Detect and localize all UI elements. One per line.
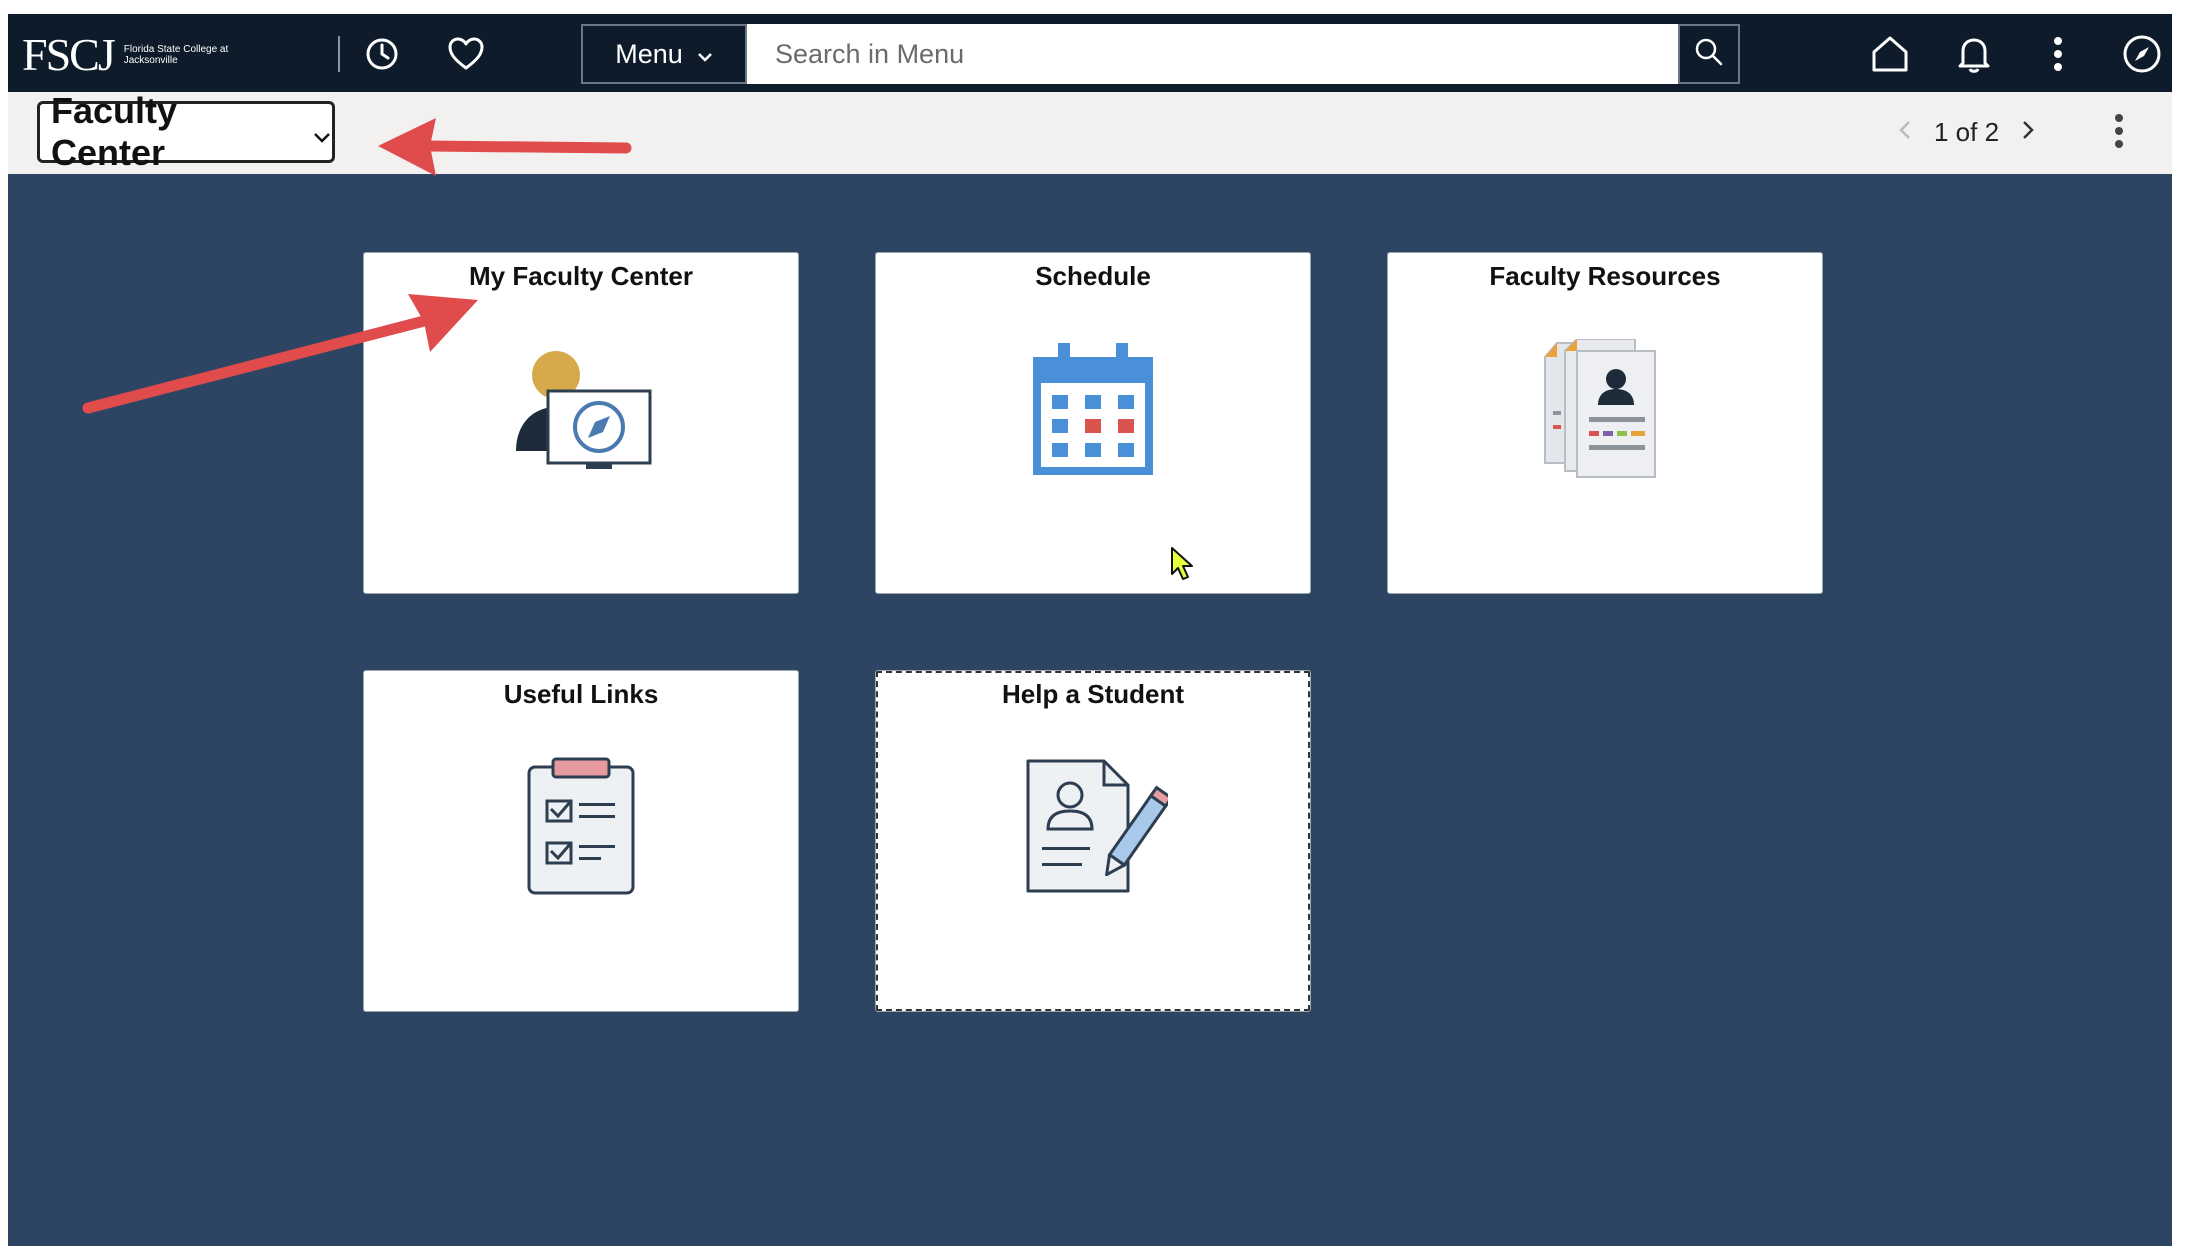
page-header-bar: Faculty Center 1 of 2: [8, 90, 2172, 175]
tile-title: Help a Student: [1001, 679, 1184, 709]
tile-title: Faculty Resources: [1489, 261, 1721, 291]
annotation-arrow-icon: [82, 294, 478, 414]
page-title: Faculty Center: [51, 90, 178, 173]
logo-text: FSCJ: [22, 29, 116, 80]
top-navigation-bar: FSCJ Florida State College at Jacksonvil…: [8, 14, 2172, 92]
tile-faculty-resources[interactable]: Faculty Resources: [1387, 252, 1823, 594]
tile-schedule[interactable]: Schedule: [875, 252, 1311, 594]
chevron-down-icon: [697, 39, 713, 70]
chevron-down-icon: [312, 111, 332, 153]
history-icon[interactable]: [358, 30, 406, 78]
favorites-icon[interactable]: [442, 30, 490, 78]
document-pencil-icon: [876, 757, 1310, 897]
tile-help-a-student[interactable]: Help a Student: [875, 670, 1311, 1012]
clipboard-checklist-icon: [364, 757, 798, 897]
mouse-cursor-icon: [1170, 546, 1196, 587]
app-window: FSCJ Florida State College at Jacksonvil…: [8, 14, 2172, 1246]
calendar-icon: [876, 339, 1310, 479]
tile-title: Useful Links: [503, 679, 659, 709]
home-icon[interactable]: [1866, 30, 1914, 78]
profile-documents-icon: [1388, 339, 1822, 479]
tile-useful-links[interactable]: Useful Links: [363, 670, 799, 1012]
fscj-logo[interactable]: FSCJ Florida State College at Jacksonvil…: [22, 28, 244, 81]
homepage-pager: 1 of 2: [1898, 110, 2035, 154]
menu-button-label: Menu: [615, 38, 683, 69]
search-input[interactable]: [747, 24, 1678, 84]
page-actions-kebab-icon[interactable]: [2114, 112, 2124, 155]
homepage-selector[interactable]: Faculty Center: [37, 90, 335, 173]
page-counter: 1 of 2: [1934, 116, 2000, 147]
search-button[interactable]: [1678, 24, 1740, 84]
logo-subtext: Florida State College at Jacksonville: [123, 43, 229, 66]
actions-kebab-icon[interactable]: [2034, 30, 2082, 78]
annotation-arrow-icon: [378, 118, 632, 176]
header-divider: [338, 36, 340, 72]
navbar-compass-icon[interactable]: [2118, 30, 2166, 78]
previous-page-icon[interactable]: [1898, 117, 1912, 148]
notifications-icon[interactable]: [1950, 30, 1998, 78]
next-page-icon[interactable]: [2021, 117, 2035, 148]
tile-title: Schedule: [1035, 261, 1151, 291]
menu-button[interactable]: Menu: [581, 24, 747, 84]
search-icon: [1694, 37, 1724, 72]
